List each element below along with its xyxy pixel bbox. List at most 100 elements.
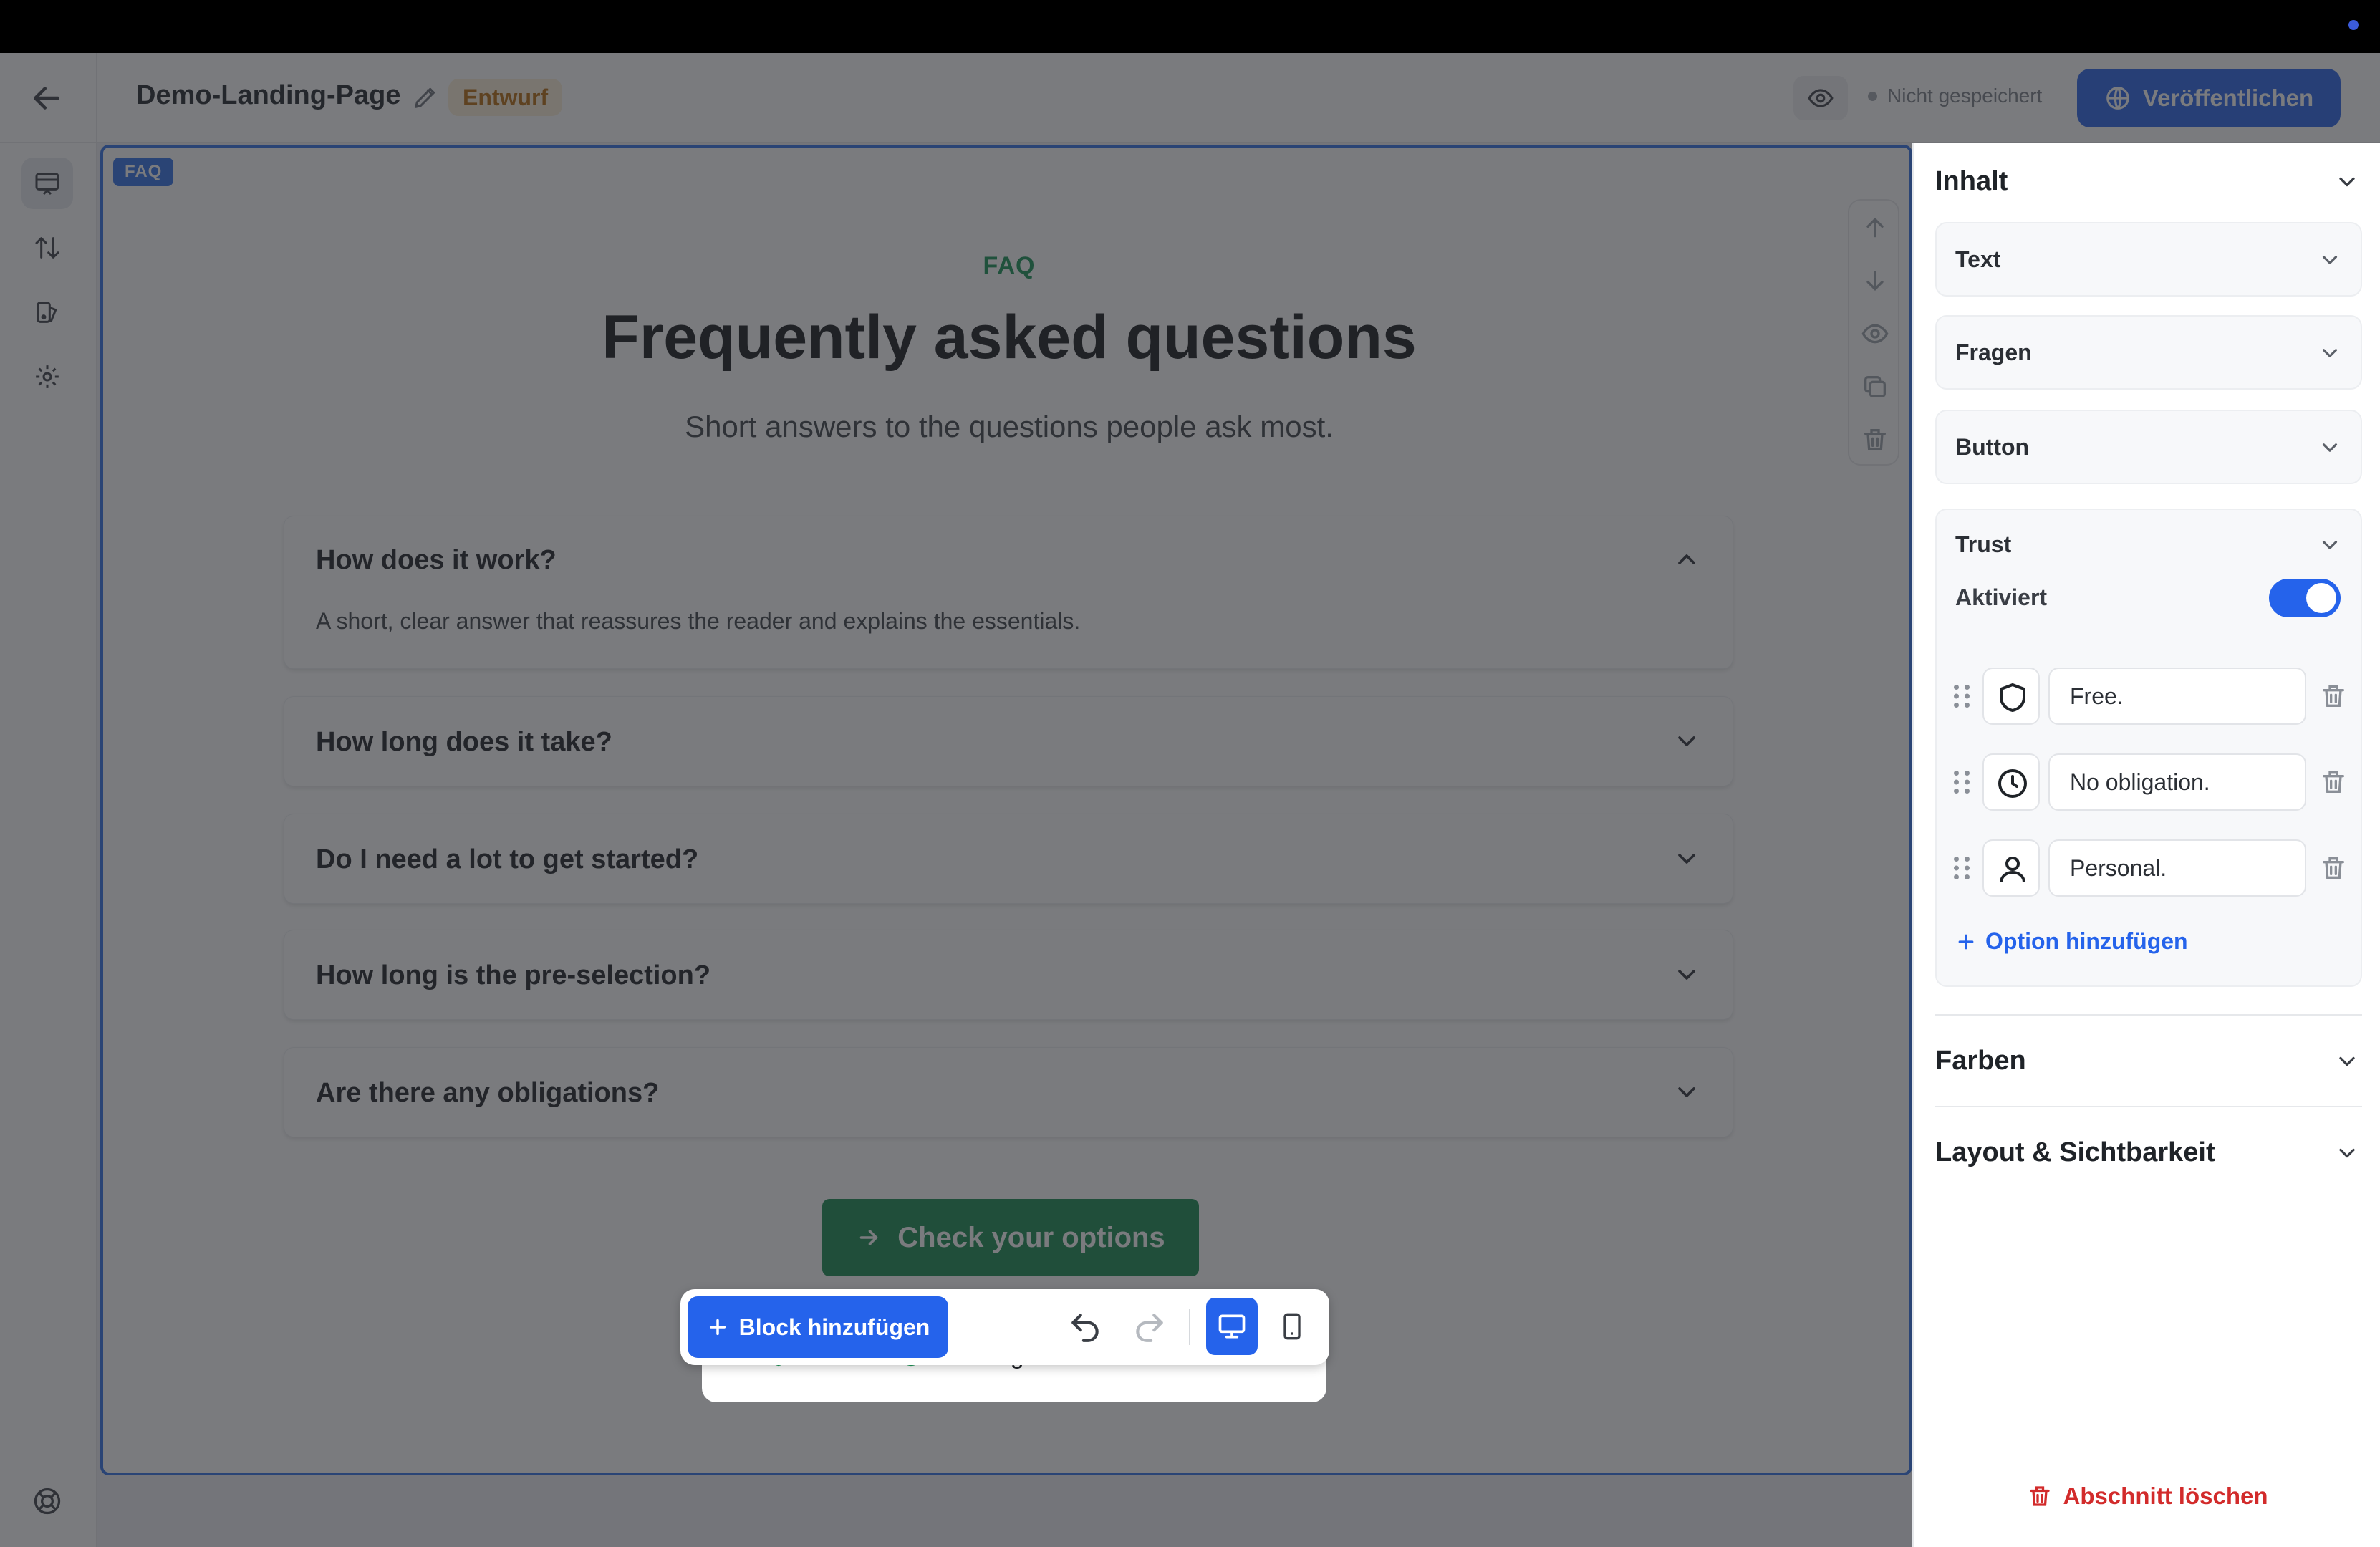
group-label: Text xyxy=(1955,246,2001,272)
desktop-view-button[interactable] xyxy=(1206,1298,1258,1355)
system-bar xyxy=(0,0,2380,53)
faq-eyebrow: FAQ xyxy=(983,252,1036,279)
trust-option: No obligation. xyxy=(1951,753,2352,811)
trust-option: Personal. xyxy=(1951,839,2352,897)
delete-section-label: Abschnitt löschen xyxy=(2063,1483,2268,1509)
add-option-label: Option hinzufügen xyxy=(1985,928,2188,954)
option-input[interactable]: Personal. xyxy=(2048,839,2306,897)
faq-answer: A short, clear answer that reassures the… xyxy=(316,608,1081,634)
save-status-text: Nicht gespeichert xyxy=(1887,85,2043,107)
section-tag: FAQ xyxy=(113,158,174,186)
left-rail xyxy=(0,143,97,1547)
chevron-down-icon[interactable] xyxy=(2334,1049,2360,1074)
status-dot xyxy=(1868,91,1877,101)
faq-item[interactable]: How does it work? A short, clear answer … xyxy=(284,516,1733,669)
redo-button[interactable] xyxy=(1132,1309,1167,1345)
floating-toolbar: Block hinzufügen xyxy=(680,1289,1329,1365)
chevron-down-icon[interactable] xyxy=(1672,727,1701,756)
icon-picker[interactable] xyxy=(1982,839,2040,897)
chevron-down-icon[interactable] xyxy=(1672,844,1701,873)
globe-icon xyxy=(2106,87,2129,110)
layout-edit-icon xyxy=(35,173,59,196)
page-title: Demo-Landing-Page xyxy=(136,80,401,110)
option-input[interactable]: No obligation. xyxy=(2048,753,2306,811)
option-input[interactable]: Free. xyxy=(2048,668,2306,725)
rail-style-button[interactable] xyxy=(21,286,73,338)
icon-picker[interactable] xyxy=(1982,753,2040,811)
duplicate-button[interactable] xyxy=(1861,372,1889,401)
faq-question: How long does it take? xyxy=(316,727,612,757)
delete-section-button[interactable]: Abschnitt löschen xyxy=(1914,1483,2380,1510)
colors-heading[interactable]: Farben xyxy=(1935,1046,2026,1076)
plus-icon xyxy=(709,1319,726,1336)
clock-icon xyxy=(1998,769,2027,798)
preview-button[interactable] xyxy=(1793,76,1848,120)
icon-picker[interactable] xyxy=(1982,668,2040,725)
drag-handle-icon[interactable] xyxy=(1951,768,1972,796)
drag-handle-icon[interactable] xyxy=(1951,682,1972,710)
trust-option: Free. xyxy=(1951,668,2352,725)
properties-panel: Inhalt Text Fragen Button Trust Aktivier… xyxy=(1912,143,2380,1547)
arrows-up-down-icon xyxy=(35,237,59,259)
chevron-down-icon[interactable] xyxy=(2334,169,2360,195)
chevron-down-icon[interactable] xyxy=(1672,960,1701,989)
cta-button[interactable]: Check your options xyxy=(822,1199,1199,1276)
add-option-button[interactable]: Option hinzufügen xyxy=(1955,928,2188,955)
save-status: Nicht gespeichert xyxy=(1868,85,2042,107)
back-button[interactable] xyxy=(27,79,66,117)
layout-heading[interactable]: Layout & Sichtbarkeit xyxy=(1935,1137,2215,1168)
trash-icon[interactable] xyxy=(2319,768,2348,796)
rail-reorder-button[interactable] xyxy=(21,222,73,274)
drag-handle-icon[interactable] xyxy=(1951,854,1972,882)
trash-icon[interactable] xyxy=(2319,682,2348,710)
chevron-down-icon xyxy=(2318,341,2342,365)
faq-item[interactable]: Are there any obligations? xyxy=(284,1047,1733,1137)
faq-question: How does it work? xyxy=(316,545,557,575)
faq-section[interactable]: FAQ FAQ Frequently asked questions Short… xyxy=(100,145,1912,1475)
publish-button[interactable]: Veröffentlichen xyxy=(2077,69,2341,127)
cta-label: Check your options xyxy=(897,1221,1165,1253)
shield-icon xyxy=(2000,683,2025,713)
chevron-down-icon xyxy=(2318,435,2342,460)
lifebuoy-icon xyxy=(34,1488,61,1515)
toolbar-divider xyxy=(1189,1309,1190,1345)
undo-button[interactable] xyxy=(1067,1309,1103,1345)
faq-question: Are there any obligations? xyxy=(316,1078,660,1108)
user-icon xyxy=(2000,857,2025,883)
faq-title: Frequently asked questions xyxy=(602,303,1417,372)
trash-icon[interactable] xyxy=(2319,854,2348,882)
mobile-view-button[interactable] xyxy=(1266,1298,1318,1355)
move-up-button[interactable] xyxy=(1861,213,1889,242)
group-text[interactable]: Text xyxy=(1935,222,2362,297)
arrow-left-icon xyxy=(34,87,59,110)
activated-toggle[interactable] xyxy=(2269,579,2341,617)
copy-icon xyxy=(1864,376,1886,397)
faq-item[interactable]: How long is the pre-selection? xyxy=(284,930,1733,1020)
arrow-right-icon xyxy=(859,1230,878,1245)
edit-title-button[interactable] xyxy=(411,83,440,112)
group-trust: Trust Aktiviert Free. No obligation. Per… xyxy=(1935,509,2362,987)
chevron-down-icon[interactable] xyxy=(2334,1140,2360,1166)
toggle-knob xyxy=(2306,583,2336,613)
rail-help-button[interactable] xyxy=(21,1475,73,1527)
group-questions[interactable]: Fragen xyxy=(1935,315,2362,390)
chevron-down-icon[interactable] xyxy=(2318,533,2342,557)
faq-item[interactable]: How long does it take? xyxy=(284,696,1733,786)
header-divider xyxy=(96,53,97,143)
status-dot xyxy=(2348,20,2359,30)
panel-divider xyxy=(1935,1014,2362,1016)
group-label: Trust xyxy=(1955,531,2012,557)
rail-settings-button[interactable] xyxy=(21,351,73,403)
group-button[interactable]: Button xyxy=(1935,410,2362,484)
add-block-button[interactable]: Block hinzufügen xyxy=(688,1296,948,1358)
redo-icon xyxy=(1136,1314,1163,1342)
chevron-down-icon xyxy=(2318,248,2342,272)
activated-label: Aktiviert xyxy=(1955,584,2048,610)
chevron-down-icon[interactable] xyxy=(1672,1078,1701,1107)
panel-divider xyxy=(1935,1106,2362,1107)
faq-item[interactable]: Do I need a lot to get started? xyxy=(284,814,1733,904)
add-block-label: Block hinzufügen xyxy=(738,1314,930,1340)
rail-sections-button[interactable] xyxy=(21,158,73,209)
smartphone-icon xyxy=(1283,1313,1301,1340)
chevron-up-icon[interactable] xyxy=(1672,545,1701,574)
